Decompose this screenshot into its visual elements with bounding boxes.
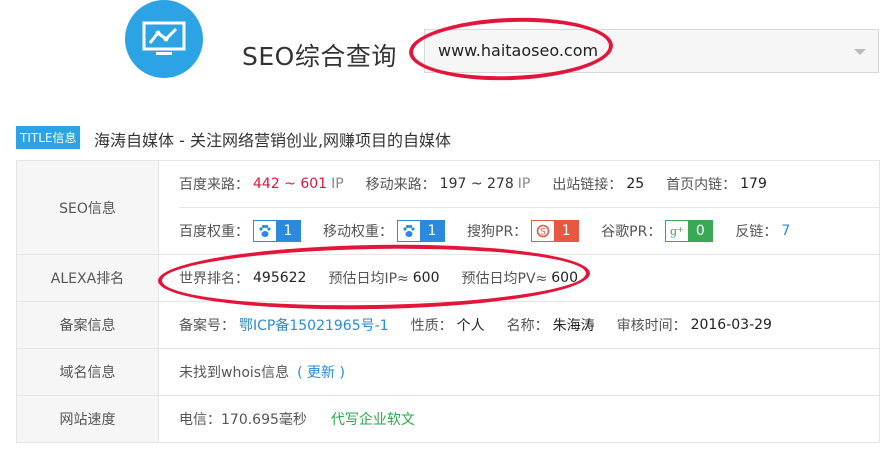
baidu-traffic-label: 百度来路： xyxy=(179,177,249,193)
page-title: SEO综合查询 xyxy=(242,42,397,71)
table-row-seo: SEO信息 百度来路： 442 ~ 601 IP 移动来路： 197 ~ 278… xyxy=(16,160,880,255)
sogou-pr-value: 1 xyxy=(554,221,579,241)
speed-text: 电信：170.695毫秒 xyxy=(179,412,307,428)
table-row-domain: 域名信息 未找到whois信息 ( 更新 ) xyxy=(16,348,880,396)
icp-name-label: 名称： xyxy=(506,318,549,334)
backlinks-value[interactable]: 7 xyxy=(781,223,790,239)
chevron-down-icon[interactable] xyxy=(854,49,866,55)
domain-select[interactable]: www.haitaoseo.com xyxy=(424,29,879,73)
seo-info-table: SEO信息 百度来路： 442 ~ 601 IP 移动来路： 197 ~ 278… xyxy=(16,160,880,443)
seo-label: SEO信息 xyxy=(16,160,159,255)
baidu-traffic-value[interactable]: 442 ~ 601 xyxy=(253,176,327,192)
baidu-weight-badge[interactable]: 1 xyxy=(253,220,301,242)
baidu-paw-icon xyxy=(254,221,276,241)
icp-number-link[interactable]: 鄂ICP备15021965号-1 xyxy=(239,315,389,335)
icp-audit-label: 审核时间： xyxy=(616,318,687,334)
google-pr-value: 0 xyxy=(688,221,713,241)
ad-link[interactable]: 代写企业软文 xyxy=(331,409,415,429)
svg-text:S: S xyxy=(540,228,546,238)
sogou-icon: S xyxy=(532,221,555,241)
icp-audit-value: 2016-03-29 xyxy=(690,317,772,333)
seo-logo xyxy=(125,0,203,78)
speed-label: 网站速度 xyxy=(16,395,159,443)
outbound-links-label: 出站链接： xyxy=(552,177,623,193)
title-badge: TITLE信息 xyxy=(16,126,81,149)
mobile-weight-value: 1 xyxy=(420,221,444,241)
alexa-label: ALEXA排名 xyxy=(16,254,159,302)
est-pv-label: 预估日均PV≈ xyxy=(461,271,548,287)
mobile-traffic-label: 移动来路： xyxy=(365,177,436,193)
world-rank-value: 495622 xyxy=(253,270,307,286)
outbound-links-value[interactable]: 25 xyxy=(626,176,644,192)
mobile-weight-badge[interactable]: 1 xyxy=(397,220,445,242)
google-pr-badge[interactable]: g + 0 xyxy=(665,220,714,242)
chart-monitor-icon xyxy=(142,21,186,55)
seo-traffic-line: 百度来路： 442 ~ 601 IP 移动来路： 197 ~ 278 IP 出站… xyxy=(179,161,879,207)
table-row-speed: 网站速度 电信：170.695毫秒 代写企业软文 xyxy=(16,395,880,443)
icp-name-value: 朱海涛 xyxy=(552,318,595,334)
icp-number-label: 备案号： xyxy=(179,318,235,334)
svg-text:+: + xyxy=(677,225,684,234)
est-ip-label: 预估日均IP≈ xyxy=(328,271,409,287)
whois-text: 未找到whois信息 xyxy=(179,365,290,381)
icp-label: 备案信息 xyxy=(16,301,159,349)
est-pv-value: 600 xyxy=(551,270,578,286)
table-row-icp: 备案信息 备案号： 鄂ICP备15021965号-1 性质： 个人 名称： 朱海… xyxy=(16,301,880,349)
google-pr-label: 谷歌PR： xyxy=(601,224,662,240)
mobile-traffic-value: 197 ~ 278 xyxy=(439,176,514,192)
sogou-pr-badge[interactable]: S 1 xyxy=(531,220,580,242)
baidu-weight-value: 1 xyxy=(276,221,300,241)
domain-select-value: www.haitaoseo.com xyxy=(438,41,599,60)
baidu-weight-label: 百度权重： xyxy=(179,224,249,240)
baidu-traffic-unit: IP xyxy=(331,176,344,192)
world-rank-label: 世界排名： xyxy=(179,271,249,287)
mobile-weight-label: 移动权重： xyxy=(323,224,393,240)
whois-update-link[interactable]: ( 更新 ) xyxy=(297,362,345,382)
mobile-traffic-unit: IP xyxy=(517,176,531,192)
internal-links-label: 首页内链： xyxy=(666,177,737,193)
est-ip-value: 600 xyxy=(412,270,440,286)
icp-nature-label: 性质： xyxy=(410,318,453,334)
google-plus-icon: g + xyxy=(666,221,689,241)
baidu-paw-icon xyxy=(398,221,420,241)
table-row-alexa: ALEXA排名 世界排名： 495622 预估日均IP≈ 600 预估日均PV≈… xyxy=(16,254,880,302)
domain-info-label: 域名信息 xyxy=(16,348,159,396)
svg-text:g: g xyxy=(670,225,677,238)
backlinks-label: 反链： xyxy=(735,224,778,240)
sogou-pr-label: 搜狗PR： xyxy=(467,224,528,240)
site-title-text: 海涛自媒体 - 关注网络营销创业,网赚项目的自媒体 xyxy=(94,131,452,150)
internal-links-value[interactable]: 179 xyxy=(740,176,767,192)
icp-nature-value: 个人 xyxy=(456,318,485,334)
seo-weight-line: 百度权重： 1 移动权重： 1 搜狗PR： S 1 谷歌PR： g + 0 反链… xyxy=(179,207,879,254)
